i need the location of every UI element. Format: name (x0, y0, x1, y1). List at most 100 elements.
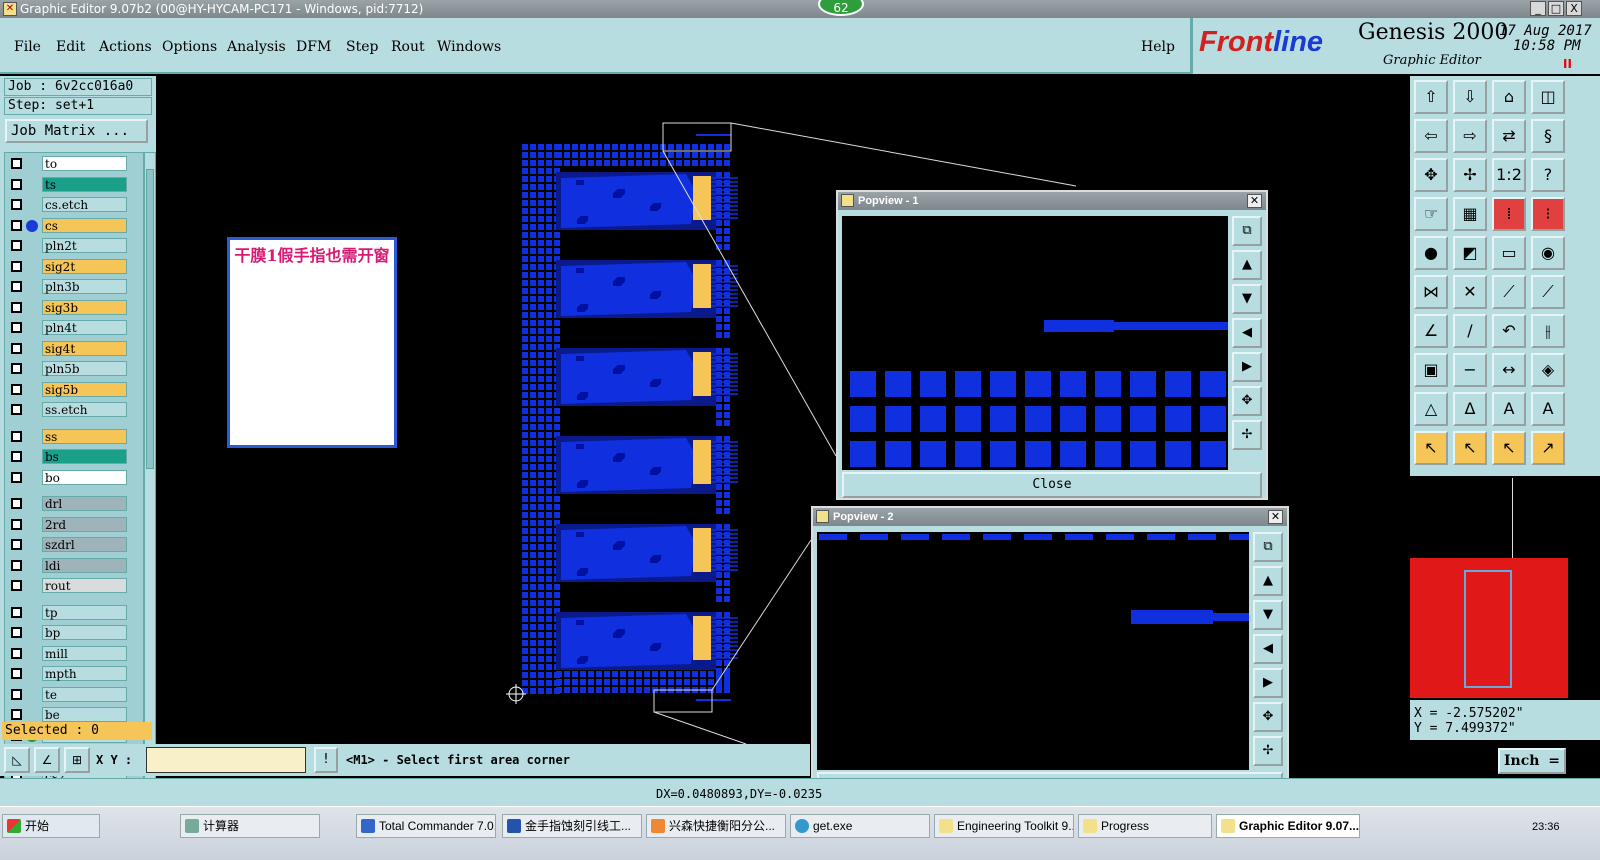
snap-icon[interactable]: ◺ (4, 747, 30, 773)
layer-checkbox[interactable] (11, 240, 22, 251)
grid-icon[interactable]: ⊞ (64, 747, 90, 773)
fit-icon[interactable]: ✥ (1414, 158, 1448, 192)
ruler-icon[interactable]: ▭ (1492, 236, 1526, 270)
popview-pan-down-icon[interactable]: ▼ (1232, 284, 1262, 314)
layer-name[interactable]: sig5b (42, 381, 127, 397)
layer-name[interactable]: be (42, 707, 127, 722)
popview-center-icon[interactable]: ✢ (1232, 420, 1262, 450)
pointer-red-icon[interactable]: ↖ (1453, 431, 1487, 465)
overview-view-box[interactable] (1464, 570, 1512, 688)
layer-row-to[interactable]: to (5, 156, 145, 172)
layer-checkbox[interactable] (11, 580, 22, 591)
a-icon[interactable]: A (1492, 392, 1526, 426)
layer-row-ts[interactable]: ts (5, 176, 145, 193)
layer-name[interactable]: bp (42, 625, 127, 640)
layer-row-sig4t[interactable]: sig4t (5, 340, 145, 357)
task-browser[interactable]: 兴森快捷衡阳分公... (646, 814, 786, 838)
step-left-icon[interactable]: ⇦ (1414, 119, 1448, 153)
layer-row-te[interactable]: te (5, 686, 145, 703)
split-icon[interactable]: ◫ (1531, 80, 1565, 114)
layer-checkbox[interactable] (11, 322, 22, 333)
slash-icon[interactable]: ∕ (1453, 314, 1487, 348)
measure-icon[interactable]: ↔ (1492, 353, 1526, 387)
layer-name[interactable]: pln4t (42, 320, 127, 335)
measure-icon[interactable]: ∠ (34, 747, 60, 773)
popview-1-close-icon[interactable]: ✕ (1247, 194, 1262, 208)
layer-row-pln4t[interactable]: pln4t (5, 320, 145, 336)
layer-checkbox[interactable] (11, 518, 22, 530)
layer-name[interactable]: tp (42, 604, 127, 620)
menu-rout[interactable]: Rout (391, 39, 425, 55)
layer-checkbox[interactable] (11, 404, 22, 415)
task-calculator[interactable]: 计算器 (180, 814, 320, 838)
layer-checkbox[interactable] (11, 688, 22, 700)
minimize-button[interactable]: _ (1530, 1, 1546, 16)
layer-checkbox[interactable] (11, 158, 22, 169)
task-get-exe[interactable]: get.exe (790, 814, 930, 838)
popview-center-icon[interactable]: ✢ (1253, 736, 1283, 766)
help-icon[interactable]: ? (1531, 158, 1565, 192)
popview-zoom-icon[interactable]: ⧉ (1232, 216, 1262, 246)
popview-pan-right-icon[interactable]: ▶ (1232, 352, 1262, 382)
layer-checkbox[interactable] (11, 559, 22, 571)
layer-name[interactable]: mill (42, 645, 127, 661)
line-icon[interactable]: ⟋ (1492, 275, 1526, 309)
minus-icon[interactable]: − (1453, 353, 1487, 387)
layer-name[interactable]: 2rd (42, 516, 127, 532)
layer-row-mpth[interactable]: mpth (5, 666, 145, 682)
layer-name[interactable]: cs (42, 217, 127, 233)
net-icon[interactable]: ⋈ (1414, 275, 1448, 309)
popview-pan-left-icon[interactable]: ◀ (1253, 634, 1283, 664)
popview-2-canvas[interactable] (817, 532, 1249, 770)
pause-icon[interactable]: II (1563, 57, 1572, 71)
layer-row-pln2t[interactable]: pln2t (5, 238, 145, 254)
menu-actions[interactable]: Actions (99, 39, 152, 55)
layer-name[interactable]: bo (42, 469, 127, 485)
layer-row-2rd[interactable]: 2rd (5, 516, 145, 533)
layer-row-tp[interactable]: tp (5, 604, 145, 621)
start-button[interactable]: 开始 (2, 814, 100, 838)
layer-name[interactable]: ts (42, 176, 127, 192)
layer-checkbox[interactable] (11, 178, 22, 190)
popview-1-close-button[interactable]: Close (842, 472, 1262, 498)
layer-name[interactable]: pln3b (42, 279, 127, 294)
menu-edit[interactable]: Edit (56, 39, 85, 55)
layer-row-cs-etch[interactable]: cs.etch (5, 197, 145, 213)
layer-name[interactable]: rout (42, 578, 127, 593)
circle-icon[interactable]: ◉ (1531, 236, 1565, 270)
layer-name[interactable]: szdrl (42, 537, 127, 552)
ratio-icon[interactable]: 1:2 (1492, 158, 1526, 192)
layer-checkbox[interactable] (11, 260, 22, 272)
line-dot-icon[interactable]: ⟋ (1531, 275, 1565, 309)
a-alt-icon[interactable]: A (1531, 392, 1565, 426)
layer-row-ss[interactable]: ss (5, 428, 145, 445)
layer-name[interactable]: sig4t (42, 340, 127, 356)
split-line-icon[interactable]: ⫲ (1531, 314, 1565, 348)
popview-zoom-icon[interactable]: ⧉ (1253, 532, 1283, 562)
layer-row-rout[interactable]: rout (5, 578, 145, 594)
menu-analysis[interactable]: Analysis (227, 39, 286, 55)
fill-icon[interactable]: ◩ (1453, 236, 1487, 270)
pan-icon[interactable]: ✢ (1453, 158, 1487, 192)
layer-name[interactable]: pln5b (42, 361, 127, 376)
step-right-icon[interactable]: ⇨ (1453, 119, 1487, 153)
layer-name[interactable]: drl (42, 496, 127, 511)
layer-name[interactable]: bs (42, 449, 127, 464)
popview-pan-up-icon[interactable]: ▲ (1253, 566, 1283, 596)
pad-add-icon[interactable]: ▣ (1414, 353, 1448, 387)
popview-2-close-icon[interactable]: ✕ (1268, 510, 1283, 524)
curve-icon[interactable]: § (1531, 119, 1565, 153)
layer-name[interactable]: pln2t (42, 238, 127, 253)
layer-row-ss-etch[interactable]: ss.etch (5, 402, 145, 418)
layer-name[interactable]: sig3b (42, 299, 127, 315)
popview-1-canvas[interactable] (842, 216, 1228, 470)
task-total-commander[interactable]: Total Commander 7.0... (356, 814, 496, 838)
job-matrix-button[interactable]: Job Matrix ... (5, 119, 148, 143)
cross-icon[interactable]: ✕ (1453, 275, 1487, 309)
arc-icon[interactable]: ↶ (1492, 314, 1526, 348)
layer-name[interactable]: ldi (42, 557, 127, 573)
task-progress[interactable]: Progress (1078, 814, 1212, 838)
layer-row-pln3b[interactable]: pln3b (5, 279, 145, 295)
shape-icon[interactable]: ◈ (1531, 353, 1565, 387)
layer-row-cs[interactable]: cs (5, 217, 145, 234)
